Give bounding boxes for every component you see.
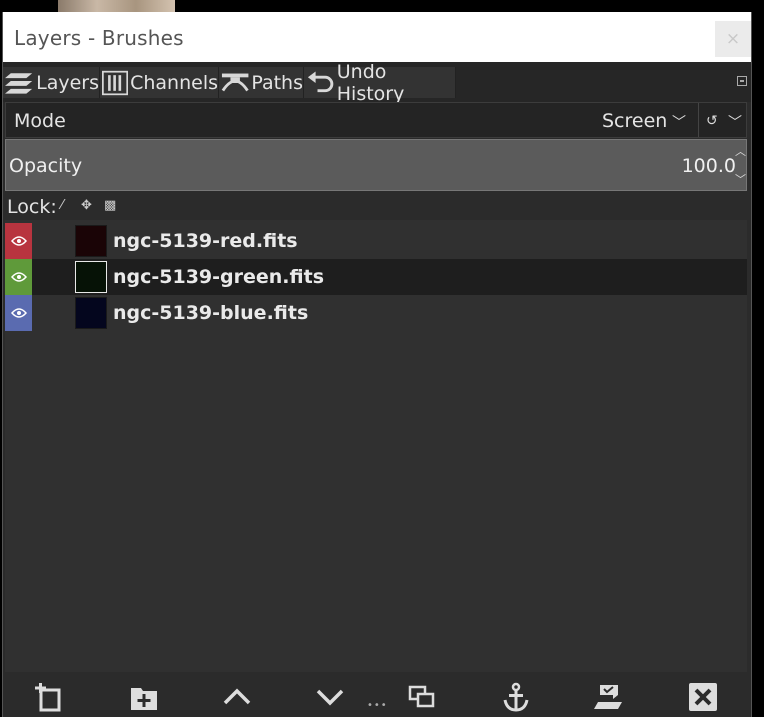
paths-icon <box>221 73 249 91</box>
delete-layer-icon <box>689 683 717 711</box>
layers-list: ngc-5139-red.fits ngc-5139-green.fits ng… <box>5 220 747 672</box>
eye-icon <box>10 236 27 246</box>
new-layer-group-icon <box>131 688 157 710</box>
tab-paths[interactable]: Paths <box>219 67 304 98</box>
duplicate-layer-icon <box>408 685 435 708</box>
tab-layers[interactable]: Layers <box>3 67 100 98</box>
lock-pixels-icon[interactable]: ⁄ <box>61 198 63 213</box>
delete-layer-button[interactable] <box>687 681 719 713</box>
composite-mode-icon[interactable]: ↺ <box>706 113 718 129</box>
anchor-layer-icon <box>503 682 529 712</box>
chevron-down-icon[interactable]: ﹀ <box>735 171 746 187</box>
close-button[interactable]: × <box>715 21 751 57</box>
layers-icon <box>5 72 33 94</box>
lock-row: Lock: ⁄ ✥ ▩ <box>5 192 747 220</box>
background-image-strip <box>58 0 175 12</box>
tab-channels-label: Channels <box>130 71 218 94</box>
layer-thumbnail <box>75 261 107 293</box>
layer-name: ngc-5139-green.fits <box>113 266 325 288</box>
layer-thumbnail <box>75 297 107 329</box>
undo-history-icon <box>307 70 334 92</box>
tab-undo-history[interactable]: Undo History <box>304 61 456 105</box>
new-layer-icon <box>35 683 61 712</box>
layer-row[interactable]: ngc-5139-blue.fits <box>5 295 747 331</box>
lock-alpha-icon[interactable]: ▩ <box>104 198 116 213</box>
duplicate-layer-button[interactable] <box>406 681 438 713</box>
layer-name: ngc-5139-red.fits <box>113 230 298 252</box>
chevron-down-icon: ﹀ <box>672 115 686 131</box>
layer-thumbnail <box>75 225 107 257</box>
visibility-toggle[interactable] <box>5 295 32 331</box>
raise-layer-button[interactable] <box>221 681 253 713</box>
window-title: Layers - Brushes <box>14 26 184 50</box>
chevron-up-icon[interactable]: ︿ <box>735 143 746 159</box>
merge-layer-icon <box>594 685 622 709</box>
anchor-layer-button[interactable] <box>500 681 532 713</box>
tab-layers-label: Layers <box>36 71 99 94</box>
tab-channels[interactable]: Channels <box>100 67 219 98</box>
merge-layer-button[interactable] <box>593 681 625 713</box>
lower-layer-icon <box>316 689 344 706</box>
eye-icon <box>10 308 27 318</box>
new-layer-button[interactable] <box>34 681 66 713</box>
mode-label: Mode <box>14 110 66 132</box>
lock-position-icon[interactable]: ✥ <box>81 198 92 213</box>
lower-layer-button[interactable] <box>314 681 346 713</box>
opacity-slider[interactable]: Opacity 100.0 ︿ ﹀ <box>5 139 747 191</box>
tab-menu-icon[interactable] <box>737 76 747 86</box>
channels-icon <box>102 70 129 95</box>
opacity-label: Opacity <box>9 155 83 177</box>
lock-label: Lock: <box>7 196 57 218</box>
mode-separator <box>698 103 699 137</box>
dock-tab-bar: Layers Channels Paths Undo History <box>3 61 751 105</box>
opacity-value: 100.0 <box>681 155 736 177</box>
visibility-toggle[interactable] <box>5 259 32 295</box>
title-bar: Layers - Brushes × <box>3 12 751 62</box>
chevron-down-icon[interactable]: ﹀ <box>728 112 742 132</box>
layer-row[interactable]: ngc-5139-green.fits <box>5 259 747 295</box>
mode-value: Screen <box>602 110 668 132</box>
layer-name: ngc-5139-blue.fits <box>113 302 309 324</box>
mode-selector[interactable]: Mode Screen ﹀ ↺ ﹀ <box>5 102 747 138</box>
layer-row[interactable]: ngc-5139-red.fits <box>5 223 747 259</box>
layers-dock-window: Layers - Brushes × Layers Channels Paths… <box>2 12 752 717</box>
resize-grip-icon[interactable]: ••• <box>367 700 388 711</box>
tab-undo-history-label: Undo History <box>336 60 405 105</box>
raise-layer-icon <box>223 688 251 705</box>
visibility-toggle[interactable] <box>5 223 32 259</box>
new-layer-group-button[interactable] <box>128 681 160 713</box>
tab-paths-label: Paths <box>251 71 303 94</box>
eye-icon <box>10 272 27 282</box>
